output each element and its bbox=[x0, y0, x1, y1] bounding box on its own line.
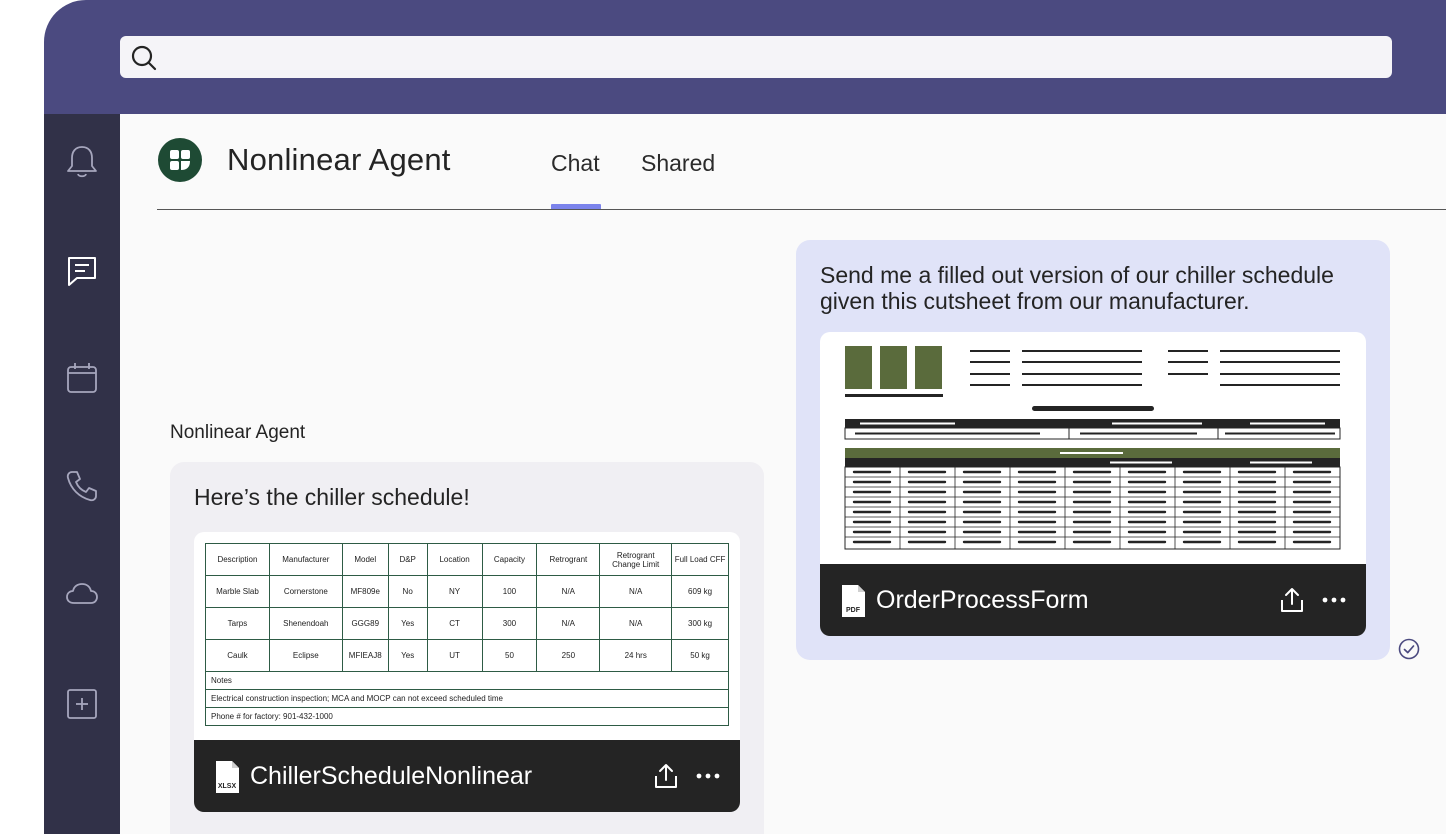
teams-window: Nonlinear Agent Chat Shared Send me a fi… bbox=[44, 0, 1446, 834]
table-cell: Eclipse bbox=[268, 639, 343, 672]
attachment-footer: PDF OrderProcessForm bbox=[820, 564, 1366, 636]
more-options-icon[interactable] bbox=[694, 762, 722, 790]
column-header: Full Load CFF bbox=[671, 543, 729, 576]
attachment-footer: XLSX ChillerScheduleNonlinear bbox=[194, 740, 740, 812]
tab-shared[interactable]: Shared bbox=[641, 150, 715, 177]
notes-cell: Phone # for factory: 901-432-1000 bbox=[205, 707, 729, 726]
attachment-filename[interactable]: OrderProcessForm bbox=[876, 586, 1089, 615]
table-cell: Yes bbox=[387, 607, 428, 640]
table-row: Tarps Shenendoah GGG89 Yes CT 300 N/A N/… bbox=[205, 607, 729, 640]
table-cell: 100 bbox=[481, 575, 538, 608]
tab-chat[interactable]: Chat bbox=[551, 150, 600, 177]
agent-sender-name: Nonlinear Agent bbox=[170, 422, 306, 443]
top-bar bbox=[44, 0, 1446, 114]
column-header: Model bbox=[341, 543, 389, 576]
column-header: Location bbox=[426, 543, 483, 576]
calendar-icon bbox=[67, 363, 97, 393]
column-header: Capacity bbox=[481, 543, 538, 576]
notes-row: Phone # for factory: 901-432-1000 bbox=[205, 707, 729, 726]
table-row: Caulk Eclipse MFIEAJ8 Yes UT 50 250 24 h… bbox=[205, 639, 729, 672]
cutsheet-preview bbox=[844, 346, 1341, 550]
table-cell: Tarps bbox=[205, 607, 270, 640]
table-cell: UT bbox=[426, 639, 483, 672]
search-icon bbox=[131, 45, 157, 71]
table-cell: N/A bbox=[599, 607, 673, 640]
notes-row: Electrical construction inspection; MCA … bbox=[205, 689, 729, 708]
chat-pane: Nonlinear Agent Chat Shared Send me a fi… bbox=[120, 114, 1446, 834]
attachment-card-pdf[interactable]: PDF OrderProcessForm bbox=[820, 332, 1366, 636]
rail-chat[interactable] bbox=[64, 252, 100, 288]
chat-icon bbox=[68, 257, 96, 286]
table-cell: No bbox=[387, 575, 428, 608]
table-cell: Marble Slab bbox=[205, 575, 270, 608]
share-icon[interactable] bbox=[652, 762, 680, 790]
table-cell: 50 bbox=[481, 639, 538, 672]
table-cell: MFIEAJ8 bbox=[341, 639, 389, 672]
share-icon[interactable] bbox=[1278, 586, 1306, 614]
attachment-filename[interactable]: ChillerScheduleNonlinear bbox=[250, 762, 532, 791]
table-cell: Yes bbox=[387, 639, 428, 672]
phone-icon bbox=[66, 471, 97, 502]
table-cell: 300 kg bbox=[671, 607, 729, 640]
attachment-card-xlsx[interactable]: Description Manufacturer Model D&P Locat… bbox=[194, 532, 740, 812]
xlsx-type-label: XLSX bbox=[218, 783, 237, 790]
schedule-preview-table: Description Manufacturer Model D&P Locat… bbox=[205, 543, 729, 726]
table-cell: 24 hrs bbox=[599, 639, 673, 672]
table-cell: 300 bbox=[481, 607, 538, 640]
column-header: Retrogrant bbox=[536, 543, 601, 576]
chat-title: Nonlinear Agent bbox=[227, 142, 451, 177]
table-cell: NY bbox=[426, 575, 483, 608]
rail-calendar[interactable] bbox=[64, 360, 100, 396]
table-cell: 250 bbox=[536, 639, 601, 672]
table-cell: 50 kg bbox=[671, 639, 729, 672]
table-cell: Cornerstone bbox=[268, 575, 343, 608]
column-header: D&P bbox=[387, 543, 428, 576]
table-cell: Shenendoah bbox=[268, 607, 343, 640]
table-cell: Caulk bbox=[205, 639, 270, 672]
bell-icon bbox=[67, 146, 97, 178]
table-cell: N/A bbox=[536, 575, 601, 608]
app-rail bbox=[44, 114, 120, 834]
more-options-icon[interactable] bbox=[1320, 586, 1348, 614]
rail-calls[interactable] bbox=[64, 468, 100, 504]
rail-files[interactable] bbox=[64, 576, 100, 612]
agent-message-text: Here’s the chiller schedule! bbox=[194, 484, 470, 510]
table-cell: CT bbox=[426, 607, 483, 640]
column-header: Retrogrant Change Limit bbox=[599, 543, 673, 576]
read-receipt-icon bbox=[1398, 638, 1420, 660]
notes-cell: Notes bbox=[205, 671, 729, 690]
column-header: Manufacturer bbox=[268, 543, 343, 576]
notes-cell: Electrical construction inspection; MCA … bbox=[205, 689, 729, 708]
user-message: Send me a filled out version of our chil… bbox=[796, 240, 1390, 660]
table-row: Marble Slab Cornerstone MF809e No NY 100… bbox=[205, 575, 729, 608]
rail-activity[interactable] bbox=[64, 144, 100, 180]
table-cell: N/A bbox=[599, 575, 673, 608]
pdf-type-label: PDF bbox=[846, 607, 861, 614]
table-cell: MF809e bbox=[341, 575, 389, 608]
xlsx-file-icon: XLSX bbox=[216, 761, 239, 793]
agent-message: Here’s the chiller schedule! Description… bbox=[170, 462, 764, 834]
pdf-file-icon: PDF bbox=[842, 585, 865, 617]
agent-avatar bbox=[158, 138, 202, 182]
rail-apps[interactable] bbox=[64, 686, 100, 722]
plus-box-icon bbox=[67, 689, 97, 719]
header-divider bbox=[157, 209, 1446, 210]
agent-logo-icon bbox=[170, 150, 190, 170]
user-message-text: Send me a filled out version of our chil… bbox=[820, 262, 1334, 314]
notes-row: Notes bbox=[205, 671, 729, 690]
table-cell: GGG89 bbox=[341, 607, 389, 640]
table-header-row: Description Manufacturer Model D&P Locat… bbox=[205, 543, 729, 576]
column-header: Description bbox=[205, 543, 270, 576]
table-cell: 609 kg bbox=[671, 575, 729, 608]
cloud-icon bbox=[66, 583, 98, 604]
search-input[interactable] bbox=[120, 36, 1392, 78]
table-cell: N/A bbox=[536, 607, 601, 640]
